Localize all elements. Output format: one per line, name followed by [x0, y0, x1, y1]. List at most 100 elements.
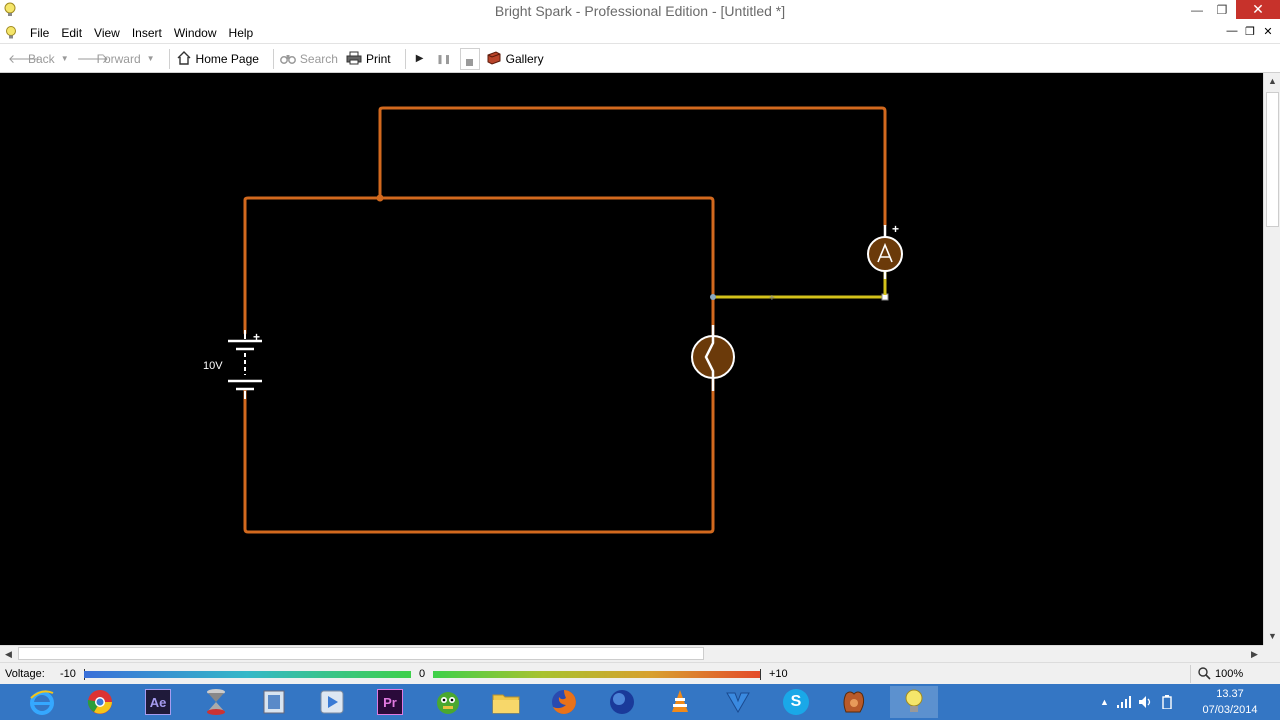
chrome-icon[interactable]: [76, 686, 124, 718]
close-button[interactable]: ✕: [1236, 0, 1280, 19]
scrollbar-corner: [1263, 645, 1280, 662]
premiere-icon[interactable]: Pr: [366, 686, 414, 718]
file-explorer-icon[interactable]: [482, 686, 530, 718]
toolbar: 🡐 Back ▼ 🡒 Forward ▼ Home Page Search Pr…: [0, 45, 1280, 73]
toolbar-separator: [272, 48, 274, 69]
menu-view[interactable]: View: [88, 26, 126, 40]
skype-icon[interactable]: S: [772, 686, 820, 718]
back-label: Back: [28, 51, 55, 66]
horizontal-scrollbar[interactable]: ◀ ▶: [0, 645, 1263, 662]
printer-icon: [346, 51, 362, 67]
after-effects-icon[interactable]: Ae: [134, 686, 182, 718]
firefox-icon[interactable]: [540, 686, 588, 718]
forward-dropdown-icon[interactable]: ▼: [147, 54, 155, 63]
play-button[interactable]: ▶: [412, 48, 428, 70]
voltage-label: Voltage:: [5, 668, 45, 680]
menu-file[interactable]: File: [24, 26, 55, 40]
toolbar-separator: [168, 48, 170, 69]
wire-left-bottom[interactable]: [243, 375, 715, 534]
magnifier-icon: [1198, 667, 1211, 680]
status-separator: [1190, 665, 1191, 683]
scroll-right-arrow-icon[interactable]: ▶: [1246, 646, 1263, 663]
menu-window[interactable]: Window: [168, 26, 223, 40]
film-strip-icon[interactable]: [250, 686, 298, 718]
vertical-scroll-thumb[interactable]: [1266, 92, 1279, 227]
maximize-button[interactable]: ❐: [1210, 0, 1234, 20]
wire-handle-left[interactable]: [710, 294, 716, 300]
doc-minimize-button[interactable]: —: [1226, 25, 1238, 38]
signal-icon[interactable]: [1116, 696, 1131, 708]
pause-button[interactable]: ❚❚: [436, 48, 452, 70]
search-label: Search: [299, 51, 338, 66]
game-character-icon[interactable]: [424, 686, 472, 718]
vlc-icon[interactable]: [656, 686, 704, 718]
ammeter-plus-sign: +: [892, 222, 899, 236]
scroll-down-arrow-icon[interactable]: ▼: [1264, 628, 1280, 645]
junction-node[interactable]: [376, 194, 384, 202]
home-page-label: Home Page: [195, 51, 259, 66]
home-page-button[interactable]: Home Page: [176, 48, 259, 70]
volume-icon[interactable]: [1138, 696, 1153, 708]
back-dropdown-icon[interactable]: ▼: [61, 54, 69, 63]
battery-plus-sign: +: [253, 330, 260, 344]
circuit-canvas[interactable]: + + + 10V: [0, 73, 1263, 645]
menu-edit[interactable]: Edit: [55, 26, 88, 40]
bright-spark-taskbar-icon[interactable]: [890, 686, 938, 718]
clock-time: 13.37: [1216, 688, 1244, 700]
arrow-left-icon: 🡐: [8, 51, 41, 66]
battery-voltage-label: 10V: [203, 360, 223, 372]
search-button[interactable]: Search: [279, 48, 338, 70]
ammeter-component[interactable]: +: [867, 222, 903, 279]
lamp-component[interactable]: [691, 325, 735, 391]
gallery-book-icon: [486, 50, 502, 67]
play-icon: ▶: [415, 52, 424, 64]
vertical-scrollbar[interactable]: ▲ ▼: [1263, 73, 1280, 645]
back-button[interactable]: 🡐 Back ▼: [8, 48, 69, 70]
wire-top-left[interactable]: [243, 196, 382, 335]
media-player-icon[interactable]: [308, 686, 356, 718]
voltage-scale-positive: [433, 671, 761, 678]
wire-top-main[interactable]: [378, 196, 715, 299]
stop-button[interactable]: [459, 47, 480, 70]
windows-taskbar: Ae Pr S ▲ 13.37 07/03/2014: [0, 684, 1280, 720]
vpn-app-icon[interactable]: [714, 686, 762, 718]
voltage-mid-label: 0: [419, 668, 426, 680]
bulb-doc-icon: [6, 25, 16, 38]
internet-explorer-icon[interactable]: [18, 686, 66, 718]
window-title: Bright Spark - Professional Edition - [U…: [494, 3, 786, 19]
scroll-left-arrow-icon[interactable]: ◀: [0, 646, 17, 663]
binoculars-icon: [279, 51, 296, 67]
bulb-app-icon: [4, 2, 16, 16]
minimize-button[interactable]: —: [1184, 0, 1210, 20]
gallery-button[interactable]: Gallery: [486, 48, 544, 70]
home-icon: [176, 50, 192, 67]
horizontal-scroll-thumb[interactable]: [18, 647, 704, 660]
forward-label: Forward: [96, 51, 141, 66]
zoom-indicator[interactable]: 100%: [1198, 667, 1243, 680]
print-label: Print: [365, 51, 391, 66]
voltage-scale-negative: [84, 671, 411, 678]
voltage-min-label: -10: [60, 668, 76, 680]
menu-insert[interactable]: Insert: [126, 26, 168, 40]
tray-expand-icon[interactable]: ▲: [1100, 697, 1109, 707]
doc-close-button[interactable]: ✕: [1262, 25, 1274, 38]
cursor-marker: +: [769, 293, 775, 304]
battery-component[interactable]: +: [228, 330, 262, 399]
circuit-diagram[interactable]: + + +: [0, 73, 1263, 645]
pause-icon: ❚❚: [436, 53, 452, 64]
print-button[interactable]: Print: [346, 48, 391, 70]
scroll-up-arrow-icon[interactable]: ▲: [1264, 73, 1280, 90]
stop-icon: [466, 59, 474, 66]
menu-help[interactable]: Help: [223, 26, 260, 40]
globe-app-icon[interactable]: [598, 686, 646, 718]
battery-icon[interactable]: [1161, 695, 1173, 709]
forward-button[interactable]: 🡒 Forward ▼: [77, 48, 155, 70]
gallery-label: Gallery: [505, 51, 544, 66]
baseball-glove-icon[interactable]: [830, 686, 878, 718]
document-window-controls: — ❐ ✕: [1226, 25, 1274, 38]
doc-restore-button[interactable]: ❐: [1244, 25, 1256, 38]
hourglass-app-icon[interactable]: [192, 686, 240, 718]
system-clock[interactable]: 13.37 07/03/2014: [1198, 686, 1262, 718]
wire-upper-loop[interactable]: [378, 106, 887, 227]
arrow-right-icon: 🡒: [76, 51, 109, 66]
